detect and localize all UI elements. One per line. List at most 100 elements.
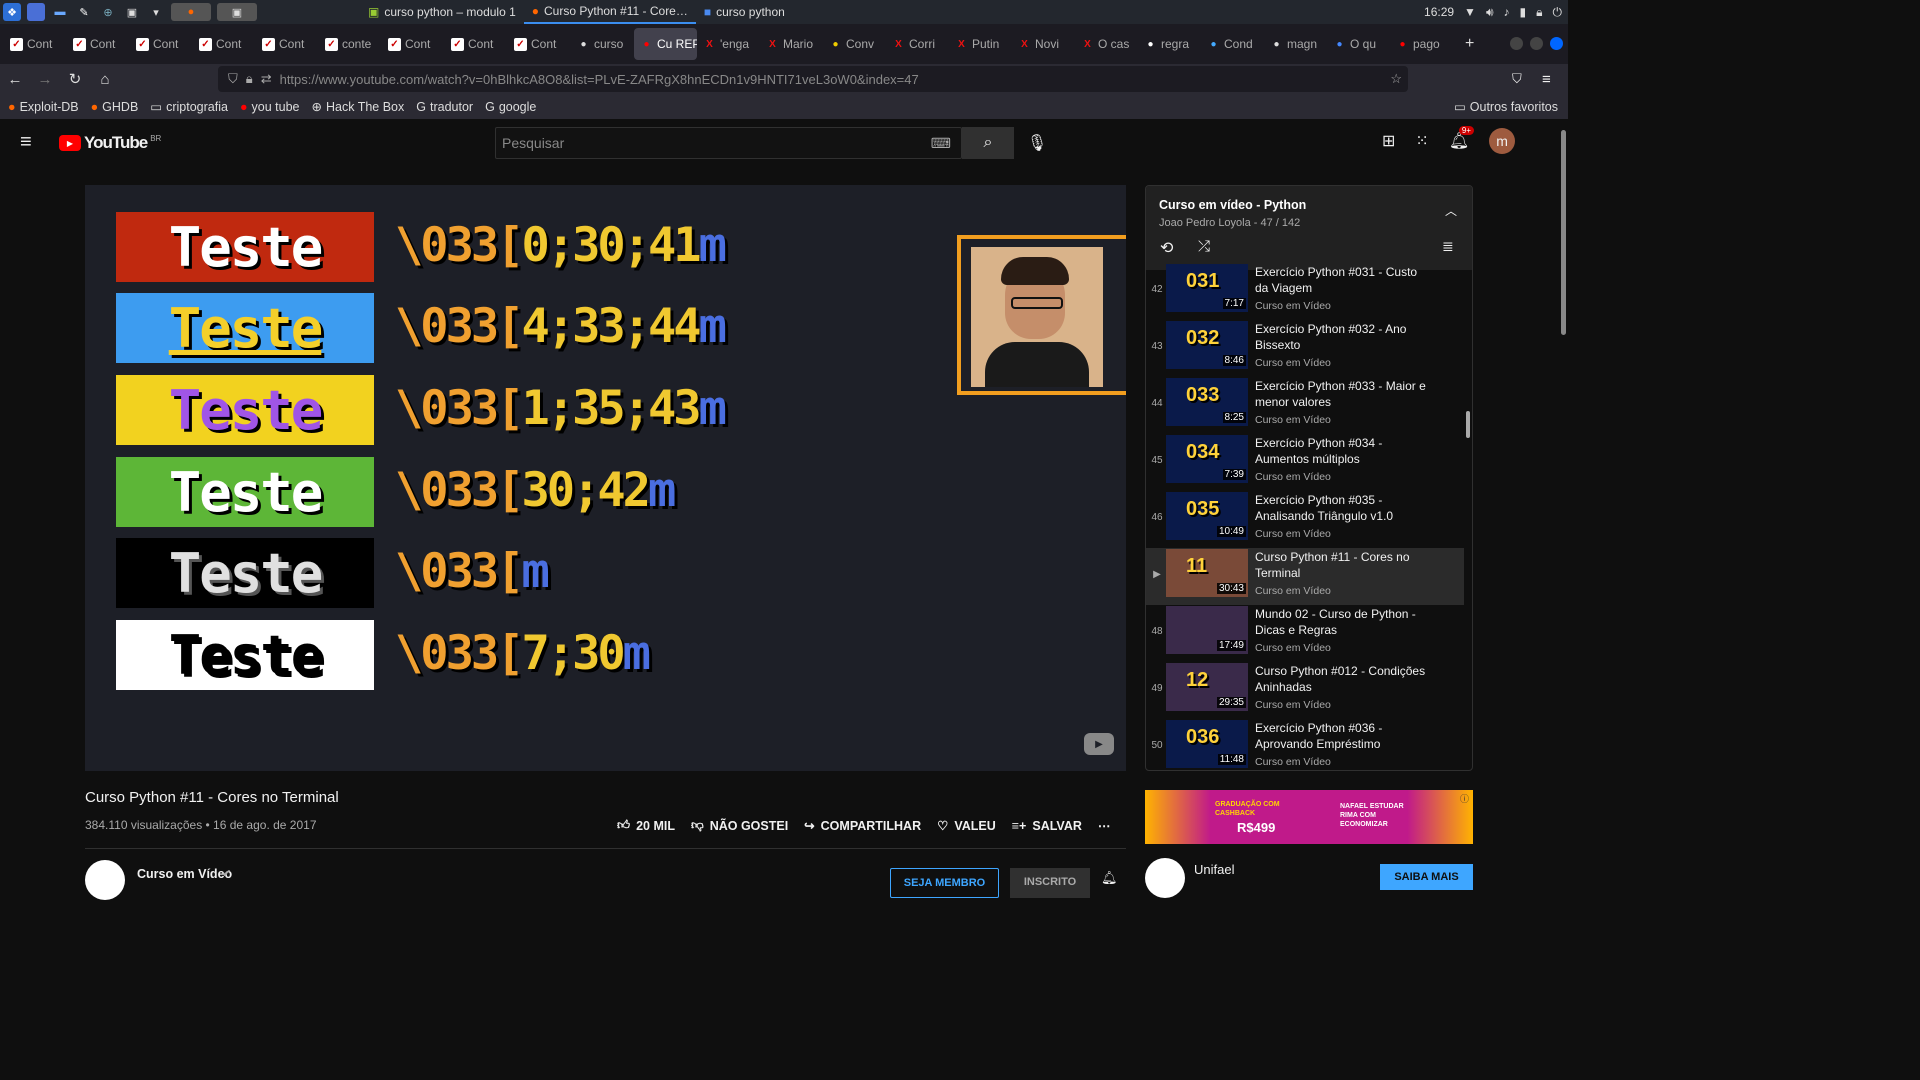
browser-tab[interactable]: ● pago — [1390, 28, 1453, 60]
power-icon[interactable]: ⏻ — [1553, 5, 1563, 20]
search-button[interactable]: ⌕ — [962, 127, 1014, 159]
playlist-item[interactable]: ▶ 11 30:43 Curso Python #11 - Cores no Term… — [1146, 548, 1464, 605]
pocket-icon[interactable]: ⛉ — [1512, 71, 1522, 87]
create-video-icon[interactable]: ⊞ — [1382, 131, 1395, 151]
browser-tab[interactable]: X Novi — [1012, 28, 1075, 60]
keyboard-icon[interactable]: ⌨ — [931, 135, 951, 152]
bookmark-hackthebox[interactable]: ⊕ Hack The Box — [311, 99, 404, 115]
forward-icon[interactable]: → — [30, 71, 60, 88]
playlist-menu-icon[interactable]: ≣ — [1442, 238, 1454, 255]
browser-tab[interactable]: ✓ Cont — [4, 28, 67, 60]
playlist-scrollbar-thumb[interactable] — [1466, 411, 1470, 438]
ad-cta-button[interactable]: SAIBA MAIS — [1380, 864, 1473, 890]
playlist-item[interactable]: 43 032 8:46 Exercício Python #032 - Ano Bis… — [1146, 320, 1464, 377]
thanks-button[interactable]: ♡ VALEU — [937, 818, 996, 834]
lock-icon[interactable]: 🔒︎ — [1536, 5, 1542, 20]
browser-tab[interactable]: ✓ conte — [319, 28, 382, 60]
member-button[interactable]: SEJA MEMBRO — [890, 868, 999, 898]
advertiser-name[interactable]: Unifael — [1194, 862, 1234, 877]
battery-icon[interactable]: ▮ — [1520, 5, 1527, 19]
collapse-chevron-icon[interactable]: ︿ — [1445, 202, 1457, 219]
mic-button[interactable]: 🎙︎ — [1023, 129, 1051, 157]
playlist-item[interactable]: 49 12 29:35 Curso Python #012 - Condições A… — [1146, 662, 1464, 719]
bookmark-exploitdb[interactable]: ● Exploit-DB — [8, 100, 79, 114]
more-actions-button[interactable]: ⋯ — [1098, 818, 1111, 833]
home-icon[interactable]: ⌂ — [90, 71, 120, 88]
ad-info-icon[interactable]: ⓘ — [1460, 792, 1469, 805]
browser-tab[interactable]: ✓ Cont — [256, 28, 319, 60]
subscribed-button[interactable]: INSCRITO — [1010, 868, 1090, 898]
close-window-icon[interactable] — [1550, 37, 1563, 50]
youtube-logo[interactable]: ▶ YouTube BR — [59, 133, 161, 153]
playlist-item[interactable]: 48 17:49 Mundo 02 - Curso de Python - Dica… — [1146, 605, 1464, 662]
browser-tab[interactable]: ● curso — [571, 28, 634, 60]
channel-name[interactable]: Curso em Vídeo — [137, 867, 232, 881]
search-input[interactable]: Pesquisar ⌨ — [495, 127, 962, 159]
bell-icon[interactable]: 🔔︎ — [1101, 870, 1118, 886]
container-icon[interactable] — [1530, 37, 1543, 50]
browser-tab[interactable]: X Putin — [949, 28, 1012, 60]
browser-tab[interactable]: ● Conv — [823, 28, 886, 60]
url-bar[interactable]: ⛉ 🔒︎ ⇄ https://www.youtube.com/watch?v=0… — [218, 66, 1408, 92]
advertiser-logo[interactable] — [1145, 858, 1185, 898]
container-icon[interactable] — [1510, 37, 1523, 50]
like-button[interactable]: 👍︎ 20 MIL — [617, 818, 675, 833]
files-icon[interactable]: ▬ — [51, 3, 69, 21]
menu-icon[interactable]: ≡ — [1542, 71, 1551, 88]
browser-tab[interactable]: ✓ Cont — [193, 28, 256, 60]
bookmark-ghdb[interactable]: ● GHDB — [91, 100, 139, 114]
browser-tab[interactable]: ✓ Cont — [67, 28, 130, 60]
browser-tab[interactable]: X Mario — [760, 28, 823, 60]
save-button[interactable]: ≡+ SALVAR — [1012, 818, 1082, 833]
url-text[interactable]: https://www.youtube.com/watch?v=0hBlhkcA… — [280, 72, 919, 87]
youtube-watermark-icon[interactable]: ▶ — [1084, 733, 1114, 755]
playlist-item[interactable]: 42 031 7:17 Exercício Python #031 - Custo d… — [1146, 263, 1464, 320]
notifications-icon[interactable]: 🔔︎ 9+ — [1449, 126, 1474, 151]
back-icon[interactable]: ← — [0, 71, 30, 88]
playlist-title[interactable]: Curso em vídeo - Python — [1159, 198, 1459, 212]
playlist-item[interactable]: 46 035 10:49 Exercício Python #035 - Analis… — [1146, 491, 1464, 548]
reload-icon[interactable]: ↻ — [60, 70, 90, 88]
channel-avatar[interactable] — [85, 860, 125, 900]
hamburger-menu-icon[interactable]: ≡ — [20, 131, 32, 154]
playlist-item[interactable]: 50 036 11:48 Exercício Python #036 - Aprova… — [1146, 719, 1464, 770]
desktop-icon[interactable] — [27, 3, 45, 21]
share-button[interactable]: ↪ COMPARTILHAR — [804, 818, 921, 834]
bookmark-tradutor[interactable]: Gtradutor — [416, 100, 473, 114]
ad-banner[interactable]: GRADUAÇÃO COM CASHBACK R$499 NAFAEL ESTU… — [1145, 790, 1473, 844]
bookmark-google[interactable]: Ggoogle — [485, 100, 536, 114]
avatar[interactable]: m — [1489, 128, 1516, 154]
taskbar-window-folder[interactable]: ■ curso python — [696, 0, 793, 24]
dislike-button[interactable]: 👎︎ NÃO GOSTEI — [691, 818, 788, 833]
wifi-icon[interactable]: ▼ — [1464, 5, 1476, 19]
browser-icon[interactable]: ⊕ — [99, 3, 117, 21]
playlist-item[interactable]: 44 033 8:25 Exercício Python #033 - Maior e… — [1146, 377, 1464, 434]
bell-icon[interactable]: ♪ — [1504, 5, 1510, 19]
menu-icon[interactable]: ❖ — [3, 3, 21, 21]
browser-tab[interactable]: X Corri — [886, 28, 949, 60]
bookmark-youtube[interactable]: ● you tube — [240, 100, 300, 114]
new-tab-icon[interactable]: + — [1465, 35, 1474, 53]
taskbar-window-firefox[interactable]: ● Curso Python #11 - Core… — [523, 0, 696, 24]
page-scrollbar-thumb[interactable] — [1561, 130, 1566, 335]
bookmark-criptografia[interactable]: ▭ criptografia — [150, 99, 228, 115]
video-player[interactable]: ▶ Teste \033[0;30;41m Teste \033[4;33;44m Te… — [85, 185, 1126, 771]
browser-tab[interactable]: ✓ Cont — [130, 28, 193, 60]
lock-icon[interactable]: 🔒︎ — [246, 71, 253, 87]
browser-tab[interactable]: ✓ Cont — [445, 28, 508, 60]
browser-tab[interactable]: ✓ Cont — [382, 28, 445, 60]
volume-icon[interactable]: 🔊︎ — [1486, 5, 1494, 20]
editor-icon[interactable]: ✎ — [75, 3, 93, 21]
bookmark-star-icon[interactable]: ☆ — [1390, 71, 1402, 87]
browser-tab[interactable]: ● regra — [1138, 28, 1201, 60]
browser-tab[interactable]: XO cas — [1075, 28, 1138, 60]
terminal-window-icon[interactable]: ▣ — [217, 3, 257, 21]
playlist-item[interactable]: 45 034 7:39 Exercício Python #034 - Aumento… — [1146, 434, 1464, 491]
shield-icon[interactable]: ⛉ — [228, 71, 238, 87]
permissions-icon[interactable]: ⇄ — [261, 71, 272, 87]
browser-tab[interactable]: ✓ Cont — [508, 28, 571, 60]
browser-tab[interactable]: ●Cu REP× — [634, 28, 697, 60]
terminal-icon[interactable]: ▣ — [123, 3, 141, 21]
taskbar-window-editor[interactable]: ▣ curso python – modulo 1 — [360, 0, 524, 24]
bookmark-other-folder[interactable]: ▭ Outros favoritos — [1454, 99, 1558, 115]
